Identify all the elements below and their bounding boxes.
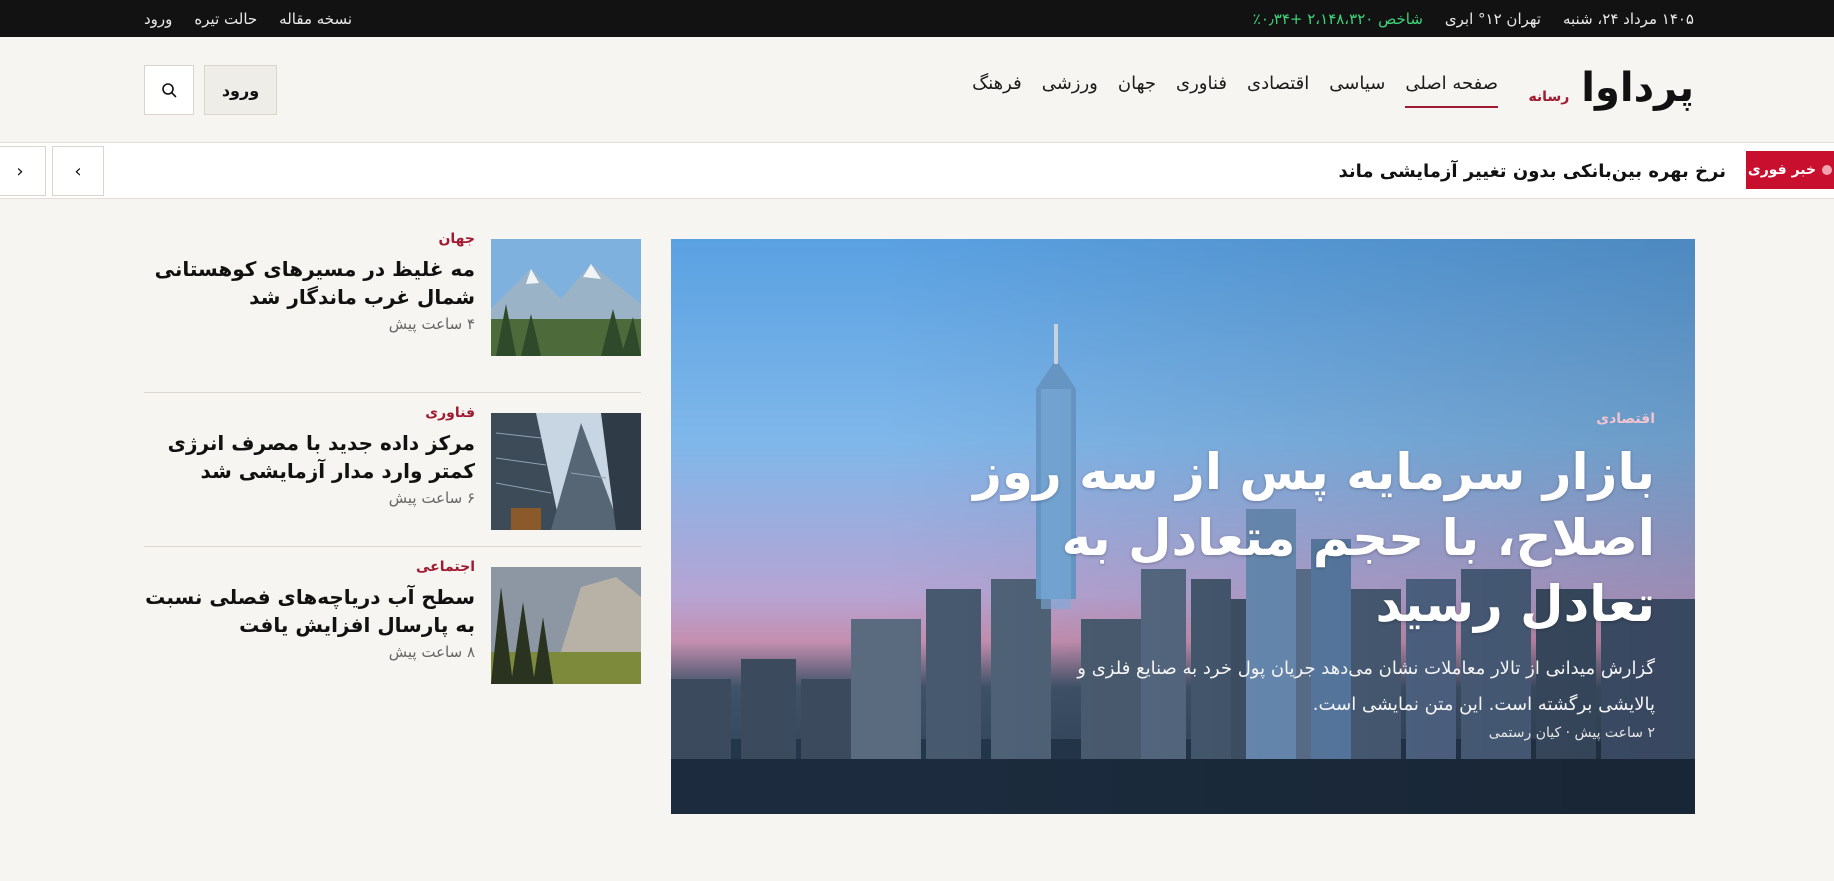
- nav-item-technology[interactable]: فناوری: [1176, 73, 1227, 108]
- list-item[interactable]: اجتماعی سطح آب دریاچه‌های فصلی نسبت به پ…: [144, 547, 641, 701]
- live-dot-icon: [1822, 165, 1833, 175]
- header-actions: ورود: [144, 65, 277, 115]
- story-thumbnail: [491, 567, 641, 684]
- ticker-next-button[interactable]: ›: [0, 146, 46, 196]
- market-index: شاخص ۲،۱۴۸،۳۲۰ +۰٫۳۴٪: [1252, 9, 1423, 28]
- hero-meta: ۲ ساعت پیش · کیان رستمی: [1488, 725, 1655, 741]
- story-text: اجتماعی سطح آب دریاچه‌های فصلی نسبت به پ…: [145, 559, 475, 661]
- hero-lead: گزارش میدانی از تالار معاملات نشان می‌ده…: [1077, 658, 1655, 715]
- story-thumbnail: [491, 239, 641, 356]
- ticker-headline[interactable]: نرخ بهره بین‌بانکی بدون تغییر آزمایشی ما…: [1338, 143, 1726, 199]
- list-item[interactable]: فناوری مرکز داده جدید با مصرف انرژی کمتر…: [144, 393, 641, 547]
- nav-item-world[interactable]: جهان: [1118, 73, 1156, 108]
- story-thumbnail: [491, 413, 641, 530]
- story-text: فناوری مرکز داده جدید با مصرف انرژی کمتر…: [145, 405, 475, 507]
- site-header: پرداوا رسانه صفحه اصلی سیاسی اقتصادی فنا…: [0, 37, 1834, 143]
- story-category[interactable]: جهان: [145, 231, 475, 247]
- dark-mode-link[interactable]: حالت تیره: [194, 10, 257, 28]
- site-logo-sub: رسانه: [1528, 89, 1570, 105]
- hero-category[interactable]: اقتصادی: [935, 411, 1655, 427]
- site-logo[interactable]: پرداوا: [1581, 65, 1695, 111]
- chevron-right-icon: ›: [16, 160, 24, 182]
- nav-item-home[interactable]: صفحه اصلی: [1405, 73, 1498, 108]
- chevron-left-icon: ‹: [74, 160, 82, 182]
- nav-item-sports[interactable]: ورزشی: [1042, 73, 1098, 108]
- hero-story[interactable]: اقتصادی بازار سرمایه پس از سه روز اصلاح،…: [671, 239, 1695, 814]
- story-time: ۴ ساعت پیش: [388, 315, 475, 333]
- side-stories: جهان مه غلیظ در مسیرهای کوهستانی شمال غر…: [144, 231, 641, 701]
- hero-content: اقتصادی بازار سرمایه پس از سه روز اصلاح،…: [935, 411, 1655, 741]
- breaking-label: خبر فوری: [1747, 162, 1817, 178]
- top-login-link[interactable]: ورود: [144, 10, 172, 28]
- story-title[interactable]: مه غلیظ در مسیرهای کوهستانی شمال غرب مان…: [145, 255, 475, 311]
- story-title[interactable]: سطح آب دریاچه‌های فصلی نسبت به پارسال اف…: [145, 583, 475, 639]
- list-item[interactable]: جهان مه غلیظ در مسیرهای کوهستانی شمال غر…: [144, 231, 641, 393]
- ticker-controls: › ‹: [0, 146, 110, 196]
- top-bar: ۱۴۰۵ مرداد ۲۴، شنبه تهران ۱۲° ابری شاخص …: [0, 0, 1834, 37]
- brand[interactable]: پرداوا رسانه: [1528, 65, 1695, 111]
- nav-item-economy[interactable]: اقتصادی: [1247, 73, 1309, 108]
- breaking-news-ticker: خبر فوری نرخ بهره بین‌بانکی بدون تغییر آ…: [0, 143, 1834, 199]
- login-button[interactable]: ورود: [204, 65, 277, 115]
- nav-item-culture[interactable]: فرهنگ: [972, 73, 1022, 108]
- current-date: ۱۴۰۵ مرداد ۲۴، شنبه: [1562, 9, 1694, 28]
- story-title[interactable]: مرکز داده جدید با مصرف انرژی کمتر وارد م…: [145, 429, 475, 485]
- top-bar-links: نسخه مقاله حالت تیره ورود: [144, 0, 352, 37]
- search-button[interactable]: [144, 65, 194, 115]
- story-time: ۸ ساعت پیش: [388, 643, 475, 661]
- nav-item-politics[interactable]: سیاسی: [1329, 73, 1385, 108]
- main-nav: صفحه اصلی سیاسی اقتصادی فناوری جهان ورزش…: [972, 73, 1498, 108]
- hero-title[interactable]: بازار سرمایه پس از سه روز اصلاح، با حجم …: [935, 439, 1655, 637]
- story-category[interactable]: اجتماعی: [145, 559, 475, 575]
- story-category[interactable]: فناوری: [145, 405, 475, 421]
- story-time: ۶ ساعت پیش: [388, 489, 475, 507]
- story-text: جهان مه غلیظ در مسیرهای کوهستانی شمال غر…: [145, 231, 475, 333]
- print-edition-link[interactable]: نسخه مقاله: [279, 10, 352, 28]
- ticker-prev-button[interactable]: ‹: [52, 146, 104, 196]
- weather-info: تهران ۱۲° ابری: [1444, 9, 1541, 28]
- breaking-badge: خبر فوری: [1746, 151, 1834, 189]
- search-icon: [162, 83, 177, 98]
- top-bar-info: ۱۴۰۵ مرداد ۲۴، شنبه تهران ۱۲° ابری شاخص …: [1253, 0, 1694, 37]
